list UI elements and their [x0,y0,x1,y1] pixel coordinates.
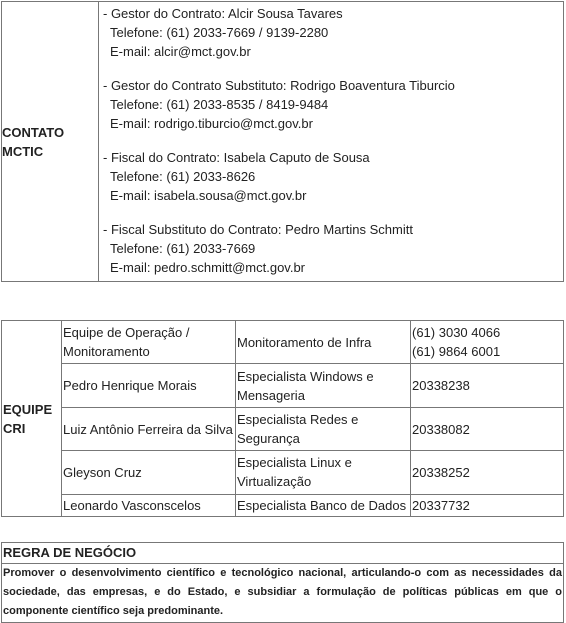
contato-label-line2: MCTIC [2,143,44,159]
member-phone-2: (61) 9864 6001 [412,344,501,360]
equipe-label-line1: EQUIPE [3,401,53,417]
contato-table: CONTATO MCTIC - Gestor do Contrato: Alci… [1,1,564,282]
contact-role: - Gestor do Contrato Substituto: Rodrigo… [103,78,455,93]
member-name: Gleyson Cruz [61,450,236,495]
table-row: Leonardo Vasconscelos Especialista Banco… [2,493,564,518]
member-phone: 20338082 [410,406,564,452]
equipe-table: EQUIPE CRI Equipe de Operação / Monitora… [1,319,564,518]
contact-phone: Telefone: (61) 2033-8535 / 8419-9484 [110,97,329,112]
contact-block: - Fiscal Substituto do Contrato: Pedro M… [103,220,563,277]
contact-block: - Gestor do Contrato Substituto: Rodrigo… [103,76,563,133]
contato-label-line1: CONTATO [2,124,65,140]
member-name: Luiz Antônio Ferreira da Silva [61,406,236,452]
member-phone: 20338238 [410,363,564,408]
table-row: Gleyson Cruz Especialista Linux e Virtua… [2,450,564,495]
contact-role: - Fiscal Substituto do Contrato: Pedro M… [103,222,413,237]
member-phone: 20338252 [410,450,564,495]
member-phone-1: (61) 3030 4066 [412,325,501,341]
member-role: Especialista Redes e Segurança [235,406,411,452]
contact-block: - Gestor do Contrato: Alcir Sousa Tavare… [103,4,563,61]
contato-label: CONTATO MCTIC [1,1,99,282]
regra-table: REGRA DE NEGÓCIO Promover o desenvolvime… [1,542,564,623]
contact-email: E-mail: alcir@mct.gov.br [110,44,251,59]
contato-list: - Gestor do Contrato: Alcir Sousa Tavare… [98,1,564,282]
contact-email: E-mail: rodrigo.tiburcio@mct.gov.br [110,116,313,131]
member-phone: 20337732 [410,493,564,518]
member-role: Especialista Linux e Virtualização [235,450,411,495]
member-name: Leonardo Vasconscelos [61,493,236,518]
contact-phone: Telefone: (61) 2033-7669 [110,241,256,256]
contact-role: - Gestor do Contrato: Alcir Sousa Tavare… [103,6,343,21]
member-role: Monitoramento de Infra [235,319,411,365]
contact-role: - Fiscal do Contrato: Isabela Caputo de … [103,150,370,165]
member-phone: (61) 3030 4066 (61) 9864 6001 [410,319,564,365]
member-name: Pedro Henrique Morais [61,363,236,408]
table-row: EQUIPE CRI Equipe de Operação / Monitora… [1,319,564,517]
contact-phone: Telefone: (61) 2033-7669 / 9139-2280 [110,25,329,40]
contact-phone: Telefone: (61) 2033-8626 [110,169,256,184]
contact-block: - Fiscal do Contrato: Isabela Caputo de … [103,148,563,205]
contact-email: E-mail: isabela.sousa@mct.gov.br [110,188,307,203]
contact-email: E-mail: pedro.schmitt@mct.gov.br [110,260,306,275]
equipe-label-line2: CRI [3,420,26,436]
table-row: Pedro Henrique Morais Especialista Windo… [2,363,564,408]
regra-heading: REGRA DE NEGÓCIO [1,542,564,564]
regra-text: Promover o desenvolvimento científico e … [1,563,564,623]
table-row: Luiz Antônio Ferreira da Silva Especiali… [2,406,564,452]
member-role: Especialista Banco de Dados [235,493,411,518]
member-name: Equipe de Operação / Monitoramento [61,319,236,365]
member-role: Especialista Windows e Mensageria [235,363,411,408]
equipe-label: EQUIPE CRI [1,320,62,517]
